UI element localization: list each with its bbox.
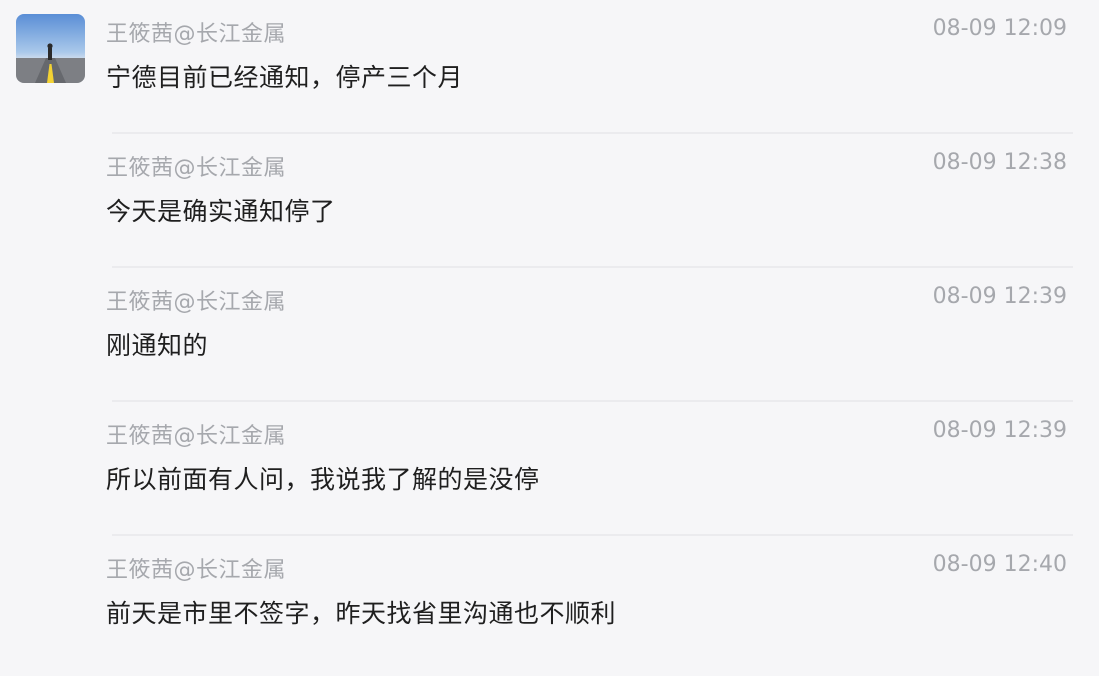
sender-name: 王筱茜@长江金属 xyxy=(106,558,287,583)
chat-message[interactable]: 王筱茜@长江金属 08-09 12:40 前天是市里不签字，昨天找省里沟通也不顺… xyxy=(0,536,1099,670)
message-text: 今天是确实通知停了 xyxy=(106,197,336,226)
message-timestamp: 08-09 12:09 xyxy=(932,16,1067,41)
message-text: 刚通知的 xyxy=(106,331,209,360)
avatar-road-image xyxy=(16,14,85,83)
sender-name: 王筱茜@长江金属 xyxy=(106,424,287,449)
message-timestamp: 08-09 12:39 xyxy=(932,418,1067,443)
chat-message-list: 王筱茜@长江金属 08-09 12:09 宁德目前已经通知，停产三个月 王筱茜@… xyxy=(0,0,1099,676)
message-text: 宁德目前已经通知，停产三个月 xyxy=(106,63,464,92)
chat-message[interactable]: 王筱茜@长江金属 08-09 12:39 所以前面有人问，我说我了解的是没停 xyxy=(0,402,1099,536)
message-text: 前天是市里不签字，昨天找省里沟通也不顺利 xyxy=(106,599,617,628)
message-timestamp: 08-09 12:40 xyxy=(932,552,1067,577)
chat-message[interactable]: 王筱茜@长江金属 08-09 12:09 宁德目前已经通知，停产三个月 xyxy=(0,0,1099,134)
chat-message[interactable]: 王筱茜@长江金属 08-09 12:39 刚通知的 xyxy=(0,268,1099,402)
message-timestamp: 08-09 12:38 xyxy=(932,150,1067,175)
sender-name: 王筱茜@长江金属 xyxy=(106,290,287,315)
message-timestamp: 08-09 12:39 xyxy=(932,284,1067,309)
chat-message[interactable]: 王筱茜@长江金属 08-09 12:38 今天是确实通知停了 xyxy=(0,134,1099,268)
sender-name: 王筱茜@长江金属 xyxy=(106,156,287,181)
avatar[interactable] xyxy=(16,14,85,83)
sender-name: 王筱茜@长江金属 xyxy=(106,22,287,47)
message-text: 所以前面有人问，我说我了解的是没停 xyxy=(106,465,540,494)
